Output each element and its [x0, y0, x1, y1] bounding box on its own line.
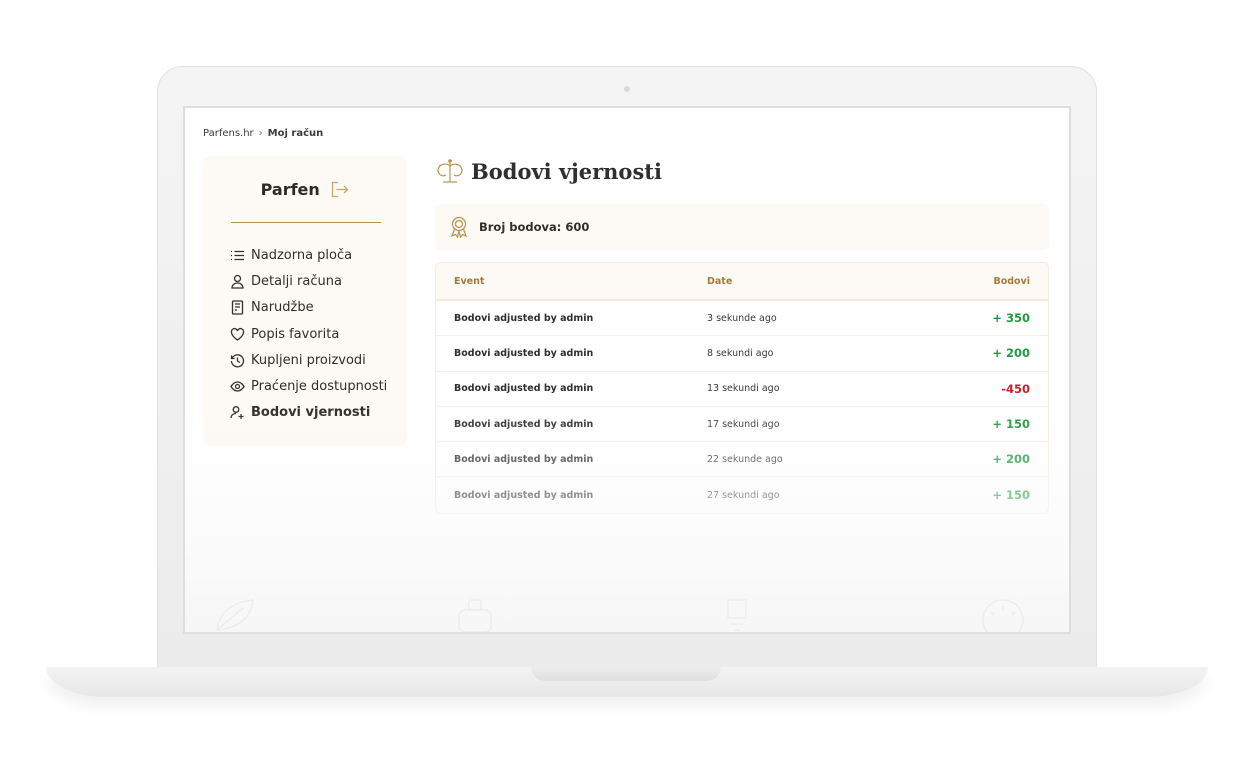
table-row: Bodovi adjusted by admin 3 sekunde ago +…: [436, 301, 1048, 337]
leaf-icon: [216, 599, 254, 631]
account-nav: Nadzorna ploča Detalji računa Narudžbe P…: [230, 242, 387, 426]
list-icon: [230, 248, 245, 263]
logout-icon[interactable]: [331, 181, 349, 198]
row-event: Bodovi adjusted by admin: [454, 312, 594, 324]
receipt-icon: [230, 300, 245, 315]
sidebar-item-detalji-racuna[interactable]: Detalji računa: [230, 268, 387, 294]
sidebar-item-label: Detalji računa: [251, 273, 342, 289]
crown-logo-icon: [437, 159, 463, 183]
page-header: Bodovi vjernosti: [435, 158, 662, 184]
sidebar-item-popis-favorita[interactable]: Popis favorita: [230, 321, 387, 347]
laptop-notch: [531, 667, 721, 681]
sidebar-item-label: Praćenje dostupnosti: [251, 379, 388, 395]
header-date: Date: [707, 275, 733, 287]
page-title: Bodovi vjernosti: [471, 158, 662, 184]
row-event: Bodovi adjusted by admin: [454, 489, 594, 501]
row-points: -450: [1001, 381, 1030, 396]
row-points: + 200: [992, 452, 1030, 467]
header-points: Bodovi: [993, 275, 1030, 287]
header-event: Event: [454, 275, 485, 287]
row-date: 13 sekundi ago: [707, 383, 780, 395]
perfume-bottle-icon: [458, 599, 492, 632]
sidebar-item-label: Bodovi vjernosti: [251, 405, 371, 421]
sidebar-item-narudzbe[interactable]: Narudžbe: [230, 295, 387, 321]
history-icon: [230, 353, 245, 368]
breadcrumb-home-link[interactable]: Parfens.hr: [203, 128, 254, 139]
points-total: Broj bodova: 600: [479, 220, 590, 234]
account-sidebar: Parfen Nadzorna ploča Detalji računa Nar…: [203, 156, 407, 446]
row-event: Bodovi adjusted by admin: [454, 453, 594, 465]
camera-dot: [624, 86, 630, 92]
table-row: Bodovi adjusted by admin 17 sekundi ago …: [436, 407, 1048, 443]
laptop-screen: Parfens.hr › Moj račun Parfen Nadzorna plo…: [183, 106, 1071, 634]
table-row: Bodovi adjusted by admin 22 sekunde ago …: [436, 442, 1048, 478]
sidebar-item-label: Kupljeni proizvodi: [251, 352, 366, 368]
row-event: Bodovi adjusted by admin: [454, 347, 594, 359]
box-icon: [727, 599, 747, 631]
row-event: Bodovi adjusted by admin: [454, 383, 594, 395]
award-badge-icon: [450, 216, 468, 238]
row-date: 8 sekundi ago: [707, 347, 774, 359]
brand-name: Parfen: [260, 180, 320, 199]
row-date: 22 sekunde ago: [707, 453, 783, 465]
row-points: + 350: [992, 311, 1030, 326]
brand-divider: [231, 222, 381, 223]
heart-icon: [230, 327, 245, 342]
sidebar-item-bodovi-vjernosti[interactable]: Bodovi vjernosti: [230, 400, 387, 426]
row-points: + 150: [992, 488, 1030, 503]
sidebar-item-label: Nadzorna ploča: [251, 247, 353, 263]
breadcrumb: Parfens.hr › Moj račun: [203, 128, 323, 139]
eye-icon: [230, 379, 245, 394]
breadcrumb-current: Moj račun: [267, 128, 324, 139]
row-date: 27 sekundi ago: [707, 489, 780, 501]
sidebar-item-nadzorna-ploca[interactable]: Nadzorna ploča: [230, 242, 387, 268]
sidebar-item-kupljeni-proizvodi[interactable]: Kupljeni proizvodi: [230, 347, 387, 373]
sidebar-item-label: Narudžbe: [251, 300, 314, 316]
row-date: 3 sekunde ago: [707, 312, 777, 324]
user-plus-icon: [230, 405, 245, 420]
table-row: Bodovi adjusted by admin 8 sekundi ago +…: [436, 336, 1048, 372]
clock-dial-icon: [982, 599, 1024, 632]
breadcrumb-separator: ›: [258, 128, 263, 139]
row-points: + 150: [992, 417, 1030, 432]
table-row: Bodovi adjusted by admin 13 sekundi ago …: [436, 372, 1048, 407]
sidebar-item-label: Popis favorita: [251, 326, 340, 342]
row-points: + 200: [992, 346, 1030, 361]
table-header: Event Date Bodovi: [436, 263, 1048, 301]
row-date: 17 sekundi ago: [707, 418, 780, 430]
row-event: Bodovi adjusted by admin: [454, 418, 594, 430]
sidebar-brand: Parfen: [203, 180, 407, 199]
user-icon: [230, 274, 245, 289]
points-summary: Broj bodova: 600: [435, 204, 1049, 250]
points-table: Event Date Bodovi Bodovi adjusted by adm…: [435, 262, 1049, 514]
table-row: Bodovi adjusted by admin 27 sekundi ago …: [436, 477, 1048, 512]
sidebar-item-pracenje-dostupnosti[interactable]: Praćenje dostupnosti: [230, 373, 387, 399]
